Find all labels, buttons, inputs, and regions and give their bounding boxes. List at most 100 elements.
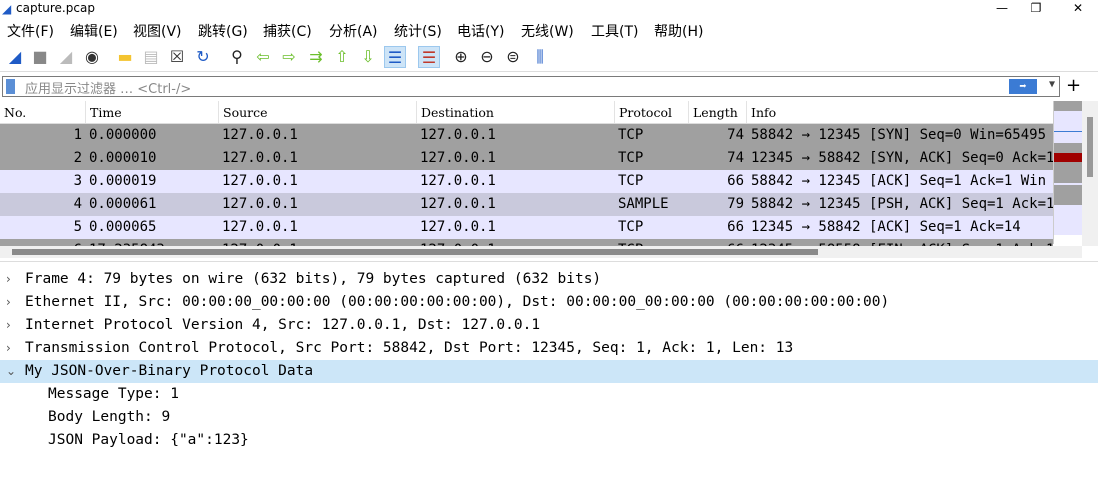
packet-list-header: No. Time Source Destination Protocol Len… xyxy=(0,101,1053,124)
packet-time: 0.000010 xyxy=(89,147,156,170)
last-packet-icon[interactable]: ⇩ xyxy=(357,46,379,68)
packet-no: 4 xyxy=(0,193,82,216)
menu-item[interactable]: 工具(T) xyxy=(591,21,638,41)
go-forward-icon[interactable]: ⇨ xyxy=(278,46,300,68)
filter-input[interactable]: 应用显示过滤器 … <Ctrl-/> xyxy=(25,78,191,97)
close-file-icon[interactable]: ☒ xyxy=(166,46,188,68)
go-back-icon[interactable]: ⇦ xyxy=(252,46,274,68)
zoom-in-icon[interactable]: ⊕ xyxy=(450,46,472,68)
detail-row[interactable]: ⌄ My JSON-Over-Binary Protocol Data xyxy=(0,360,1098,383)
packet-len: 74 xyxy=(690,124,744,147)
pane-divider[interactable] xyxy=(0,261,1098,262)
packet-len: 74 xyxy=(690,147,744,170)
resize-columns-icon[interactable]: ⫼ xyxy=(529,46,551,68)
menu-item[interactable]: 电话(Y) xyxy=(457,21,504,41)
window-title: capture.pcap xyxy=(16,1,95,15)
first-packet-icon[interactable]: ⇧ xyxy=(331,46,353,68)
restart-capture-icon[interactable]: ◢ xyxy=(55,46,77,68)
detail-text: Message Type: 1 xyxy=(48,383,179,406)
column-source[interactable]: Source xyxy=(218,101,268,123)
expand-arrow-icon[interactable]: › xyxy=(6,314,11,337)
minimize-button[interactable]: — xyxy=(986,0,1018,18)
open-file-icon[interactable]: ▬ xyxy=(114,46,136,68)
autoscroll-icon[interactable]: ☰ xyxy=(384,46,406,68)
reload-file-icon[interactable]: ↻ xyxy=(192,46,214,68)
packet-len: 66 xyxy=(690,216,744,239)
packet-proto: TCP xyxy=(618,170,643,193)
bookmark-icon[interactable] xyxy=(6,79,15,94)
detail-row[interactable]: ›Transmission Control Protocol, Src Port… xyxy=(0,337,1098,360)
zoom-normal-icon[interactable]: ⊜ xyxy=(502,46,524,68)
expand-arrow-icon[interactable]: › xyxy=(6,291,11,314)
packet-row[interactable]: 30.000019127.0.0.1127.0.0.1TCP6658842 → … xyxy=(0,170,1053,193)
expand-arrow-icon[interactable]: › xyxy=(6,337,11,360)
detail-row[interactable]: Body Length: 9 xyxy=(0,406,1098,429)
packet-proto: TCP xyxy=(618,124,643,147)
detail-text: JSON Payload: {"a":123} xyxy=(48,429,249,452)
packet-row[interactable]: 617.235843127.0.0.1127.0.0.1TCP6612345 →… xyxy=(0,239,1053,246)
expand-arrow-icon[interactable]: › xyxy=(6,268,11,291)
packet-no: 1 xyxy=(0,124,82,147)
packet-time: 17.235843 xyxy=(89,239,165,246)
apply-filter-button[interactable]: ➡ xyxy=(1009,79,1037,94)
collapse-arrow-icon[interactable]: ⌄ xyxy=(6,360,16,383)
packet-info: 12345 → 58842 [ACK] Seq=1 Ack=14 xyxy=(751,216,1021,239)
packet-minimap[interactable] xyxy=(1053,101,1082,244)
packet-list-vertical-scrollbar[interactable] xyxy=(1082,101,1098,246)
column-length[interactable]: Length xyxy=(688,101,738,123)
packet-dst: 127.0.0.1 xyxy=(420,239,496,246)
packet-src: 127.0.0.1 xyxy=(222,170,298,193)
filter-dropdown-icon[interactable]: ▼ xyxy=(1049,79,1055,90)
colorize-icon[interactable]: ☰ xyxy=(418,46,440,68)
go-to-packet-icon[interactable]: ⇉ xyxy=(305,46,327,68)
column-no[interactable]: No. xyxy=(0,101,26,123)
display-filter-bar[interactable]: 应用显示过滤器 … <Ctrl-/> ➡ ▼ xyxy=(2,76,1060,97)
menu-item[interactable]: 捕获(C) xyxy=(263,21,312,41)
packet-list-horizontal-scrollbar[interactable] xyxy=(0,246,1082,258)
detail-row[interactable]: ›Internet Protocol Version 4, Src: 127.0… xyxy=(0,314,1098,337)
menu-item[interactable]: 统计(S) xyxy=(394,21,442,41)
detail-row[interactable]: ›Frame 4: 79 bytes on wire (632 bits), 7… xyxy=(0,268,1098,291)
packet-info: 58842 → 12345 [SYN] Seq=0 Win=65495 xyxy=(751,124,1046,147)
detail-row[interactable]: › Ethernet II, Src: 00:00:00_00:00:00 (00… xyxy=(0,291,1098,314)
capture-options-icon[interactable]: ◉ xyxy=(81,46,103,68)
menu-item[interactable]: 跳转(G) xyxy=(198,21,248,41)
packet-len: 79 xyxy=(690,193,744,216)
save-file-icon[interactable]: ▤ xyxy=(140,46,162,68)
column-info[interactable]: Info xyxy=(746,101,776,123)
packet-info: 58842 → 12345 [PSH, ACK] Seq=1 Ack=1 xyxy=(751,193,1053,216)
packet-proto: TCP xyxy=(618,239,643,246)
packet-dst: 127.0.0.1 xyxy=(420,193,496,216)
detail-text: Ethernet II, Src: 00:00:00_00:00:00 (00:… xyxy=(25,291,889,314)
packet-row[interactable]: 20.000010127.0.0.1127.0.0.1TCP7412345 → … xyxy=(0,147,1053,170)
packet-no: 5 xyxy=(0,216,82,239)
packet-src: 127.0.0.1 xyxy=(222,124,298,147)
menu-item[interactable]: 分析(A) xyxy=(329,21,378,41)
find-packet-icon[interactable]: ⚲ xyxy=(226,46,248,68)
stop-capture-icon[interactable]: ■ xyxy=(29,46,51,68)
menu-item[interactable]: 编辑(E) xyxy=(70,21,118,41)
close-button[interactable]: ✕ xyxy=(1062,0,1094,18)
packet-list: No. Time Source Destination Protocol Len… xyxy=(0,101,1053,246)
packet-info: 58842 → 12345 [ACK] Seq=1 Ack=1 Win xyxy=(751,170,1046,193)
packet-row[interactable]: 50.000065127.0.0.1127.0.0.1TCP6612345 → … xyxy=(0,216,1053,239)
packet-len: 66 xyxy=(690,170,744,193)
packet-time: 0.000000 xyxy=(89,124,156,147)
detail-row[interactable]: Message Type: 1 xyxy=(0,383,1098,406)
menu-item[interactable]: 无线(W) xyxy=(521,21,574,41)
packet-row[interactable]: 10.000000127.0.0.1127.0.0.1TCP7458842 → … xyxy=(0,124,1053,147)
maximize-button[interactable]: ❐ xyxy=(1020,0,1052,18)
packet-row[interactable]: 40.000061127.0.0.1127.0.0.1SAMPLE7958842… xyxy=(0,193,1053,216)
detail-text: My JSON-Over-Binary Protocol Data xyxy=(25,360,313,383)
column-protocol[interactable]: Protocol xyxy=(614,101,672,123)
menu-item[interactable]: 帮助(H) xyxy=(654,21,703,41)
menu-item[interactable]: 视图(V) xyxy=(133,21,182,41)
menu-item[interactable]: 文件(F) xyxy=(7,21,54,41)
column-time[interactable]: Time xyxy=(85,101,122,123)
start-capture-icon[interactable]: ◢ xyxy=(4,46,26,68)
detail-row[interactable]: JSON Payload: {"a":123} xyxy=(0,429,1098,452)
column-destination[interactable]: Destination xyxy=(416,101,494,123)
packet-src: 127.0.0.1 xyxy=(222,147,298,170)
zoom-out-icon[interactable]: ⊖ xyxy=(476,46,498,68)
add-filter-button[interactable]: + xyxy=(1066,75,1081,96)
